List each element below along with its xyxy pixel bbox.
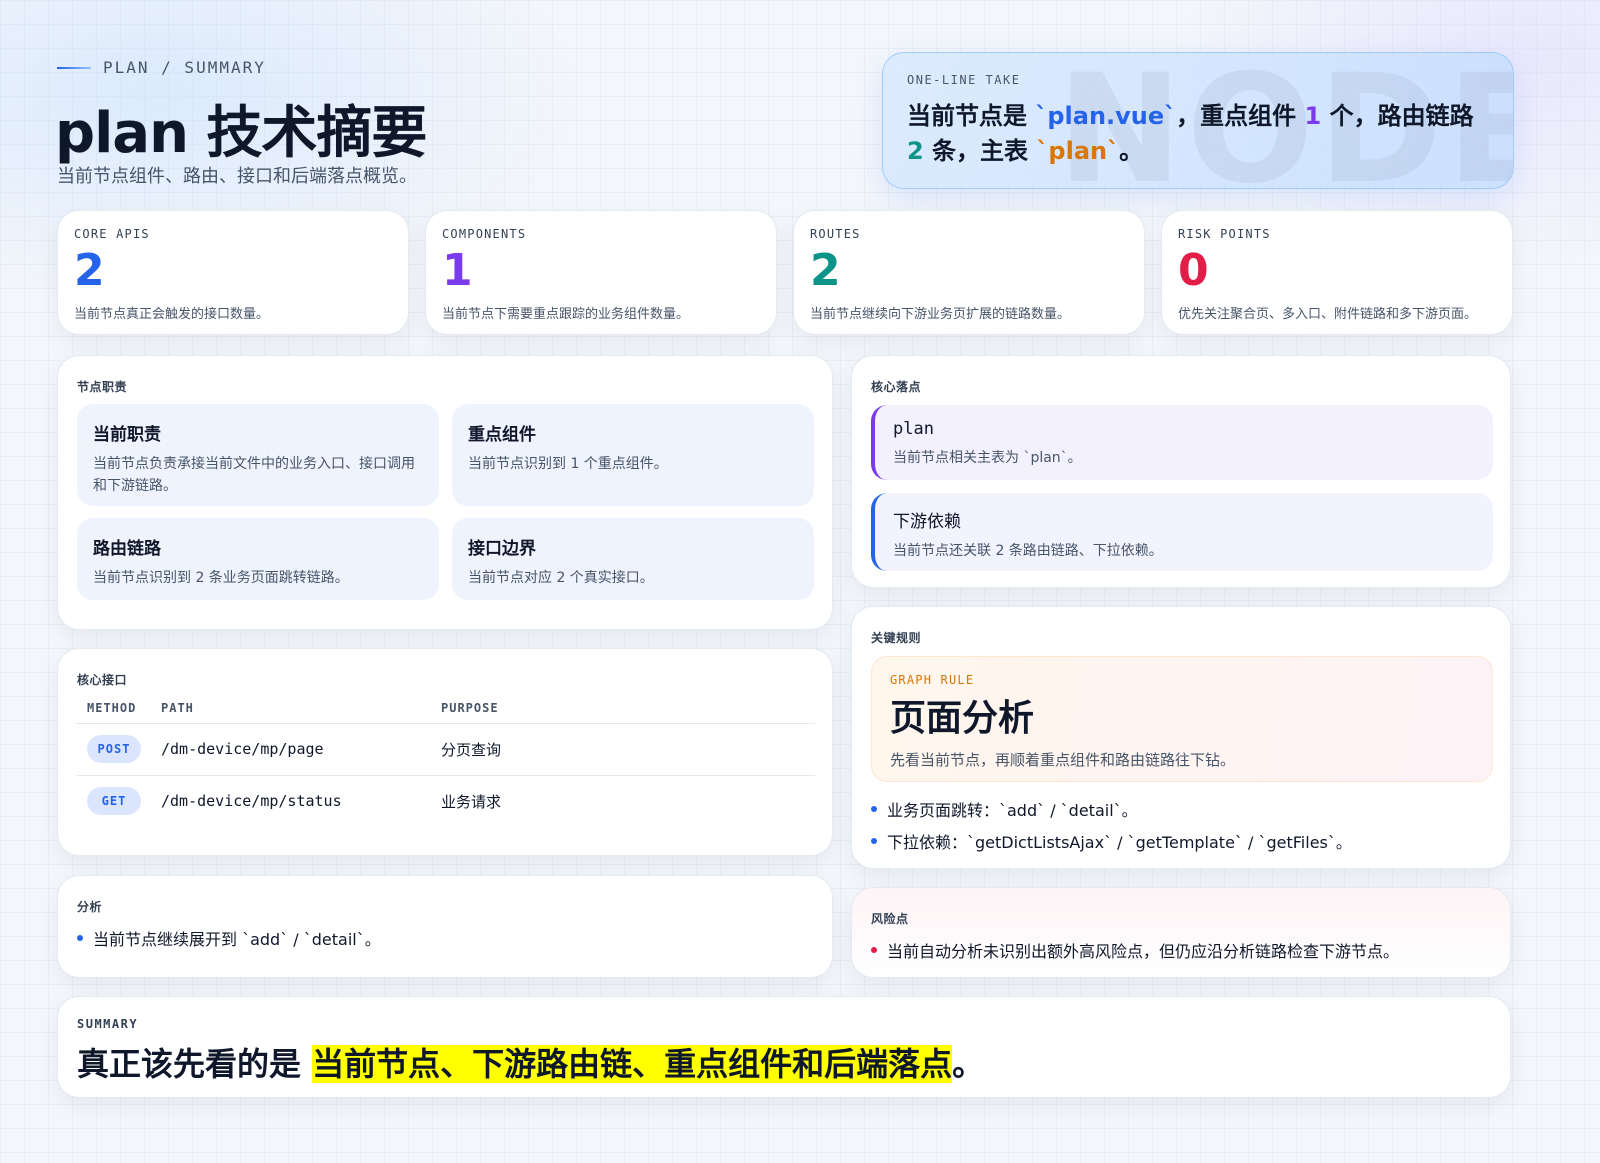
api-path: /dm-device/mp/page: [161, 723, 441, 776]
rule-text: 业务页面跳转：`add` / `detail`。: [887, 801, 1138, 820]
one-line-take-card: NODE ONE-LINE TAKE 当前节点是 `plan.vue`，重点组件…: [882, 52, 1514, 189]
table-header-row: METHOD PATH PURPOSE: [77, 693, 815, 724]
duty-desc: 当前节点负责承接当前文件中的业务入口、接口调用和下游链路。: [93, 456, 415, 494]
column-header-path: PATH: [161, 693, 441, 724]
column-header-method: METHOD: [77, 693, 161, 724]
bullet-dot: [871, 947, 877, 953]
bullet-dot: [77, 935, 83, 941]
duty-routes: 路由链路 当前节点识别到 2 条业务页面跳转链路。: [77, 518, 439, 600]
api-purpose: 分页查询: [441, 723, 815, 776]
section-label: 关键规则: [871, 631, 922, 645]
section-label: 节点职责: [77, 380, 128, 394]
duty-grid: 当前职责 当前节点负责承接当前文件中的业务入口、接口调用和下游链路。 重点组件 …: [77, 404, 815, 600]
duty-api-boundary: 接口边界 当前节点对应 2 个真实接口。: [452, 518, 814, 600]
landing-title: 下游依赖: [893, 512, 961, 532]
risk-item: 当前自动分析未识别出额外高风险点，但仍应沿分析链路检查下游节点。: [871, 938, 1399, 962]
take-file-name: `plan.vue`: [1035, 102, 1177, 130]
landing-desc: 当前节点还关联 2 条路由链路、下拉依赖。: [893, 543, 1163, 559]
bullet-dot: [871, 838, 877, 844]
take-route-count: 2: [907, 137, 924, 165]
stat-card-core-apis: CORE APIS 2 当前节点真正会触发的接口数量。: [57, 210, 409, 335]
graph-rule-label: GRAPH RULE: [890, 673, 975, 687]
stat-value: 1: [442, 245, 473, 296]
take-part: ，重点组件: [1176, 102, 1305, 130]
graph-rule-desc: 先看当前节点，再顺着重点组件和路由链路往下钻。: [890, 751, 1236, 769]
duty-title: 重点组件: [468, 425, 536, 445]
summary-label: SUMMARY: [77, 1017, 139, 1031]
duty-title: 当前职责: [93, 425, 161, 445]
summary-tail: 。: [952, 1045, 985, 1083]
section-label: 核心落点: [871, 380, 922, 394]
method-badge: POST: [87, 735, 141, 763]
stat-card-components: COMPONENTS 1 当前节点下需要重点跟踪的业务组件数量。: [425, 210, 777, 335]
analysis-text: 当前节点继续展开到 `add` / `detail`。: [93, 930, 381, 949]
table-row[interactable]: POST /dm-device/mp/page 分页查询: [77, 723, 815, 776]
core-apis-card: 核心接口 METHOD PATH PURPOSE POST /dm-device…: [57, 648, 833, 856]
api-path: /dm-device/mp/status: [161, 792, 342, 811]
stat-desc: 优先关注聚合页、多入口、附件链路和多下游页面。: [1178, 307, 1478, 322]
section-label: 风险点: [871, 912, 909, 926]
page-title: plan 技术摘要: [55, 101, 427, 166]
stat-desc: 当前节点真正会触发的接口数量。: [74, 307, 270, 322]
method-badge: GET: [87, 787, 141, 816]
node-duties-card: 节点职责 当前职责 当前节点负责承接当前文件中的业务入口、接口调用和下游链路。 …: [57, 355, 833, 630]
take-part: 个，路由链路: [1321, 102, 1474, 130]
duty-desc: 当前节点对应 2 个真实接口。: [468, 570, 654, 586]
duty-title: 接口边界: [468, 539, 536, 559]
graph-rule-box: GRAPH RULE 页面分析 先看当前节点，再顺着重点组件和路由链路往下钻。: [871, 656, 1493, 782]
bullet-dot: [871, 806, 877, 812]
graph-rule-title: 页面分析: [890, 698, 1035, 739]
summary-text: 真正该先看的是 当前节点、下游路由链、重点组件和后端落点。: [77, 1039, 1491, 1085]
stat-label: CORE APIS: [74, 227, 150, 241]
summary-lead: 真正该先看的是: [77, 1045, 313, 1083]
take-text: 当前节点是 `plan.vue`，重点组件 1 个，路由链路 2 条，主表 `p…: [907, 99, 1489, 169]
take-part: 当前节点是: [907, 102, 1036, 130]
key-rules-card: 关键规则 GRAPH RULE 页面分析 先看当前节点，再顺着重点组件和路由链路…: [851, 606, 1511, 869]
stat-value: 2: [810, 245, 841, 296]
stat-card-routes: ROUTES 2 当前节点继续向下游业务页扩展的链路数量。: [793, 210, 1145, 335]
stat-label: COMPONENTS: [442, 227, 527, 241]
risk-text: 当前自动分析未识别出额外高风险点，但仍应沿分析链路检查下游节点。: [887, 942, 1400, 961]
breadcrumb-text: PLAN / SUMMARY: [103, 58, 266, 77]
table-row[interactable]: GET /dm-device/mp/status 业务请求: [77, 775, 815, 827]
duty-current: 当前职责 当前节点负责承接当前文件中的业务入口、接口调用和下游链路。: [77, 404, 439, 506]
stat-desc: 当前节点下需要重点跟踪的业务组件数量。: [442, 307, 690, 322]
analysis-item: 当前节点继续展开到 `add` / `detail`。: [77, 926, 381, 950]
duty-key-components: 重点组件 当前节点识别到 1 个重点组件。: [452, 404, 814, 506]
column-header-purpose: PURPOSE: [441, 693, 815, 724]
breadcrumb: PLAN / SUMMARY: [57, 58, 266, 77]
duty-desc: 当前节点识别到 2 条业务页面跳转链路。: [93, 570, 349, 586]
stat-label: ROUTES: [810, 227, 861, 241]
take-label: ONE-LINE TAKE: [907, 73, 1021, 87]
duty-title: 路由链路: [93, 539, 161, 559]
landing-title: plan: [893, 419, 934, 439]
summary-highlight: 当前节点、下游路由链、重点组件和后端落点: [312, 1045, 953, 1083]
api-table: METHOD PATH PURPOSE POST /dm-device/mp/p…: [77, 693, 815, 827]
summary-card: SUMMARY 真正该先看的是 当前节点、下游路由链、重点组件和后端落点。: [57, 996, 1511, 1098]
take-component-count: 1: [1304, 102, 1322, 130]
stat-desc: 当前节点继续向下游业务页扩展的链路数量。: [810, 307, 1071, 322]
section-label: 核心接口: [77, 673, 128, 687]
stat-value: 2: [74, 245, 105, 296]
analysis-card: 分析 当前节点继续展开到 `add` / `detail`。: [57, 875, 833, 978]
rule-item: 下拉依赖：`getDictListsAjax` / `getTemplate` …: [871, 829, 1352, 853]
landing-item-dependencies: 下游依赖 当前节点还关联 2 条路由链路、下拉依赖。: [871, 493, 1493, 571]
api-purpose: 业务请求: [441, 792, 502, 811]
risk-points-card: 风险点 当前自动分析未识别出额外高风险点，但仍应沿分析链路检查下游节点。: [851, 887, 1511, 978]
take-part: 。: [1119, 137, 1144, 165]
core-landing-card: 核心落点 plan 当前节点相关主表为 `plan`。 下游依赖 当前节点还关联…: [851, 355, 1511, 588]
duty-desc: 当前节点识别到 1 个重点组件。: [468, 456, 668, 472]
page-subtitle: 当前节点组件、路由、接口和后端落点概览。: [57, 166, 417, 187]
take-main-table: `plan`: [1036, 137, 1120, 165]
stat-label: RISK POINTS: [1178, 227, 1271, 241]
rule-text: 下拉依赖：`getDictListsAjax` / `getTemplate` …: [887, 833, 1352, 852]
stat-value: 0: [1178, 245, 1209, 296]
landing-desc: 当前节点相关主表为 `plan`。: [893, 450, 1082, 466]
stat-card-risk-points: RISK POINTS 0 优先关注聚合页、多入口、附件链路和多下游页面。: [1161, 210, 1513, 335]
landing-item-main-table: plan 当前节点相关主表为 `plan`。: [871, 405, 1493, 480]
rule-item: 业务页面跳转：`add` / `detail`。: [871, 797, 1138, 821]
take-part: 条，主表: [923, 137, 1037, 165]
breadcrumb-accent-line: [57, 66, 91, 69]
section-label: 分析: [77, 900, 103, 914]
